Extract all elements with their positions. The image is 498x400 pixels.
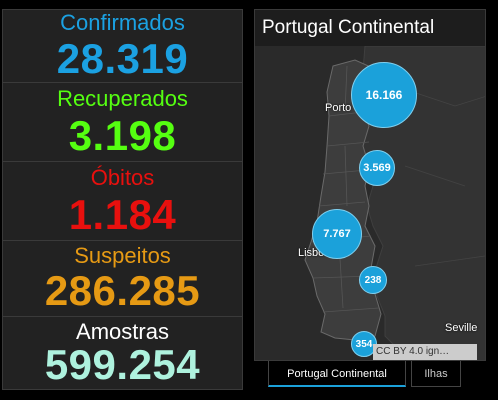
map-panel: Portugal Continental Porto Lisbon Sevill… [254,9,486,361]
city-seville: Seville [445,322,478,334]
confirmed-value: 28.319 [56,35,189,82]
tab-ilhas[interactable]: Ilhas [411,361,461,387]
tab-portugal-continental[interactable]: Portugal Continental [268,361,406,387]
map-attribution[interactable]: CC BY 4.0 ign… [373,344,477,360]
stat-deaths: Óbitos 1.184 [3,162,242,241]
bubble-centre[interactable]: 3.569 [359,150,395,186]
recovered-label: Recuperados [57,86,188,111]
city-porto: Porto [325,102,352,114]
recovered-value: 3.198 [68,112,177,159]
deaths-label: Óbitos [90,165,155,190]
map-title: Portugal Continental [255,10,485,46]
suspects-value: 286.285 [44,267,201,314]
bubble-alentejo[interactable]: 238 [359,266,387,294]
suspects-label: Suspeitos [74,243,171,268]
stat-suspects: Suspeitos 286.285 [3,241,242,317]
stats-panel: Confirmados 28.319 Recuperados 3.198 Óbi… [2,9,243,390]
bubble-north[interactable]: 16.166 [351,62,417,128]
confirmed-label: Confirmados [60,10,185,35]
stat-recovered: Recuperados 3.198 [3,83,242,162]
bubble-lisbon[interactable]: 7.767 [312,209,362,259]
stat-samples: Amostras 599.254 [3,317,242,389]
deaths-value: 1.184 [68,191,177,238]
samples-value: 599.254 [44,341,201,388]
stat-confirmed: Confirmados 28.319 [3,10,242,83]
map-canvas[interactable]: Porto Lisbon Seville 16.166 3.569 7.767 … [255,46,485,360]
